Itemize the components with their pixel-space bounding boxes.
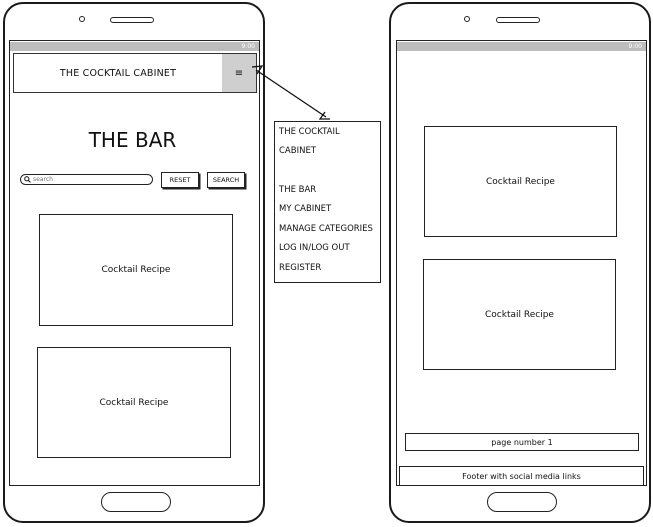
arrow-head-end	[318, 111, 330, 120]
menu-item-my-cabinet[interactable]: MY CABINET	[279, 204, 331, 214]
right-phone-speaker	[464, 16, 470, 22]
right-status-bar: 9:00	[397, 42, 646, 51]
menu-brand-line2[interactable]: CABINET	[279, 146, 316, 156]
right-phone-notch	[496, 17, 540, 23]
cocktail-recipe-card[interactable]: Cocktail Recipe	[423, 259, 616, 370]
menu-brand-line1[interactable]: THE COCKTAIL	[279, 127, 340, 137]
menu-item-login-logout[interactable]: LOG IN/LOG OUT	[279, 243, 350, 253]
right-phone-home-button	[487, 492, 557, 512]
menu-item-register[interactable]: REGISTER	[279, 263, 321, 273]
footer-bar: Footer with social media links	[399, 466, 644, 486]
pagination-bar[interactable]: page number 1	[405, 433, 639, 451]
nav-menu: THE COCKTAIL CABINET THE BAR MY CABINET …	[274, 121, 381, 283]
menu-item-manage-categories[interactable]: MANAGE CATEGORIES	[279, 224, 373, 234]
cocktail-recipe-card[interactable]: Cocktail Recipe	[424, 126, 617, 237]
menu-item-the-bar[interactable]: THE BAR	[279, 185, 316, 195]
status-time: 9:00	[628, 43, 642, 50]
